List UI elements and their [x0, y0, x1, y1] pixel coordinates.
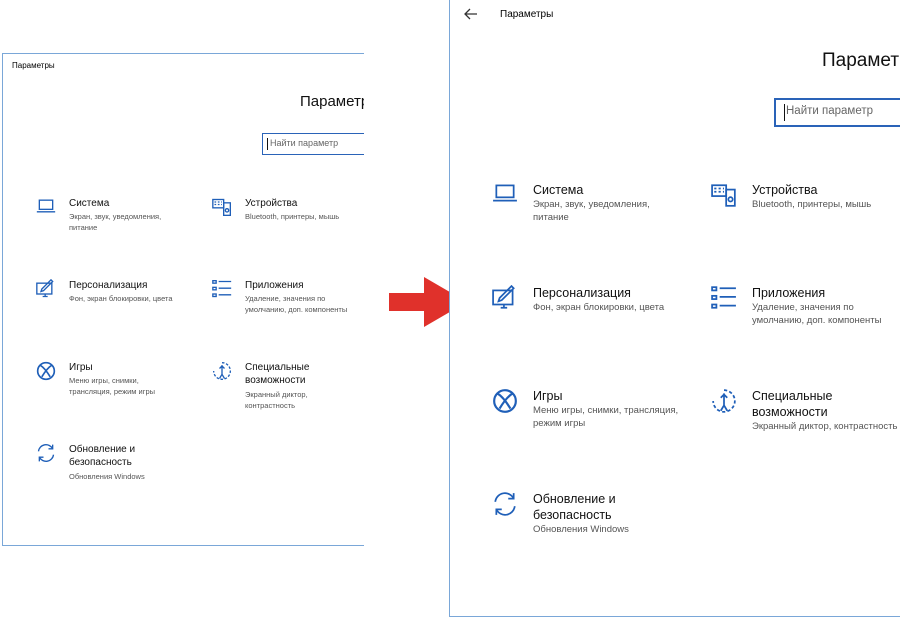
item-desc: Удаление, значения по умолчанию, доп. ко…	[245, 294, 348, 314]
laptop-icon	[492, 182, 518, 204]
laptop-icon	[36, 197, 56, 215]
search-input[interactable]: Найти параметр	[774, 98, 900, 127]
item-name: Персонализация	[69, 280, 148, 291]
item-desc: Bluetooth, принтеры, мышь	[752, 199, 872, 210]
search-placeholder: Найти параметр	[270, 138, 339, 148]
item-name: Игры	[533, 389, 563, 403]
text-caret	[267, 138, 268, 150]
item-name: Устройства	[245, 198, 298, 209]
item-name: Персонализация	[533, 286, 631, 300]
item-desc: Меню игры, снимки, трансляция, режим игр…	[69, 376, 156, 396]
item-desc: Удаление, значения по умолчанию, доп. ко…	[752, 302, 882, 326]
item-desc: Обновления Windows	[69, 472, 145, 481]
item-name: Система	[533, 183, 584, 197]
back-arrow-icon[interactable]	[464, 7, 478, 20]
window-title: Параметры	[500, 9, 554, 20]
devices-icon	[711, 182, 737, 208]
item-desc: Экранный диктор, контрастность	[752, 421, 898, 432]
item-desc: Bluetooth, принтеры, мышь	[245, 212, 340, 221]
ease-of-access-icon	[711, 388, 737, 414]
apps-list-icon	[212, 279, 232, 299]
page-heading: Параметры	[300, 93, 364, 110]
item-desc: Меню игры, снимки, трансляция, режим игр…	[533, 405, 679, 429]
item-desc: Экран, звук, уведомления, питание	[69, 212, 162, 232]
item-desc: Обновления Windows	[533, 524, 629, 535]
text-caret	[784, 104, 785, 121]
item-name: Обновление и безопасность	[69, 444, 136, 468]
search-input[interactable]: Найти параметр	[262, 133, 364, 155]
item-desc: Экранный диктор, контрастность	[245, 390, 308, 410]
personalization-icon	[492, 285, 518, 311]
item-name: Система	[69, 198, 110, 209]
item-name: Приложения	[245, 280, 304, 291]
apps-list-icon	[711, 285, 737, 311]
settings-window-small: Параметры Параметры Найти параметр Систе…	[2, 53, 364, 546]
settings-window-large: Параметры Параметры Найти параметр Систе…	[449, 0, 900, 617]
item-desc: Фон, экран блокировки, цвета	[69, 294, 173, 303]
update-sync-icon	[492, 491, 518, 517]
update-sync-icon	[36, 443, 56, 463]
personalization-icon	[36, 279, 56, 299]
xbox-icon	[492, 388, 518, 414]
devices-icon	[212, 197, 232, 217]
item-desc: Экран, звук, уведомления, питание	[533, 199, 650, 223]
item-name: Игры	[69, 362, 93, 373]
item-name: Специальные возможности	[245, 362, 310, 386]
item-desc: Фон, экран блокировки, цвета	[533, 302, 665, 313]
item-name: Специальные возможности	[752, 389, 833, 419]
xbox-icon	[36, 361, 56, 381]
search-placeholder: Найти параметр	[786, 105, 874, 117]
item-name: Устройства	[752, 183, 818, 197]
window-title: Параметры	[12, 61, 55, 70]
ease-of-access-icon	[212, 361, 232, 381]
item-name: Приложения	[752, 286, 826, 300]
page-heading: Параметры	[822, 50, 900, 71]
item-name: Обновление и безопасность	[533, 492, 616, 522]
